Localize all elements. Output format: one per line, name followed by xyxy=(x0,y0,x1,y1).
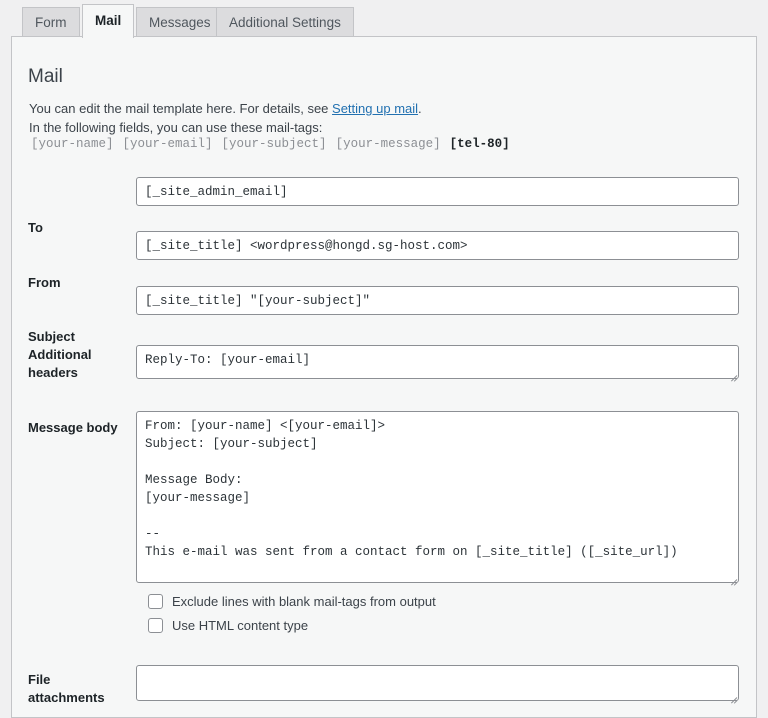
mailtags-list: [your-name] [your-email] [your-subject] [yo… xyxy=(31,137,519,151)
tab-messages[interactable]: Messages xyxy=(136,7,224,37)
message-body-textarea[interactable]: From: [your-name] <[your-email]> Subject… xyxy=(136,411,739,583)
description-prefix: You can edit the mail template here. For… xyxy=(29,101,333,116)
to-input[interactable] xyxy=(136,177,739,206)
mail-tag-tel-80: [tel-80] xyxy=(449,137,510,151)
tab-additional-settings[interactable]: Additional Settings xyxy=(216,7,354,37)
exclude-blank-mailtags-checkbox[interactable] xyxy=(148,593,163,609)
exclude-blank-mailtags-label[interactable]: Exclude lines with blank mail-tags from … xyxy=(172,594,436,609)
exclude-blank-mailtags-row[interactable]: Exclude lines with blank mail-tags from … xyxy=(148,591,436,611)
message-body-label: Message body xyxy=(28,420,118,435)
use-html-content-type-label[interactable]: Use HTML content type xyxy=(172,618,308,633)
mail-settings-panel: Mail You can edit the mail template here… xyxy=(11,36,757,718)
tab-strip: Form Mail Messages Additional Settings xyxy=(0,0,768,38)
file-attachments-textarea[interactable] xyxy=(136,665,739,701)
file-attachments-label: File attachments xyxy=(28,672,105,705)
mail-tag-your-name: [your-name] xyxy=(31,137,114,151)
use-html-content-type-row[interactable]: Use HTML content type xyxy=(148,615,308,635)
to-label: To xyxy=(28,220,43,235)
from-label: From xyxy=(28,275,61,290)
subject-label: Subject xyxy=(28,329,75,344)
additional-headers-textarea[interactable]: Reply-To: [your-email] xyxy=(136,345,739,379)
description-suffix: . xyxy=(418,101,422,116)
from-input[interactable] xyxy=(136,231,739,260)
setting-up-mail-link[interactable]: Setting up mail xyxy=(332,101,418,116)
panel-description: You can edit the mail template here. For… xyxy=(29,99,422,118)
page-title: Mail xyxy=(28,66,63,87)
mailtags-intro: In the following fields, you can use the… xyxy=(29,120,323,135)
mail-tag-your-email: [your-email] xyxy=(122,137,213,151)
use-html-content-type-checkbox[interactable] xyxy=(148,617,163,633)
mail-tag-your-message: [your-message] xyxy=(335,137,441,151)
tab-mail[interactable]: Mail xyxy=(82,4,135,38)
tab-form[interactable]: Form xyxy=(22,7,80,37)
subject-input[interactable] xyxy=(136,286,739,315)
mail-tag-your-subject: [your-subject] xyxy=(221,137,327,151)
additional-headers-label: Additional headers xyxy=(28,347,92,380)
